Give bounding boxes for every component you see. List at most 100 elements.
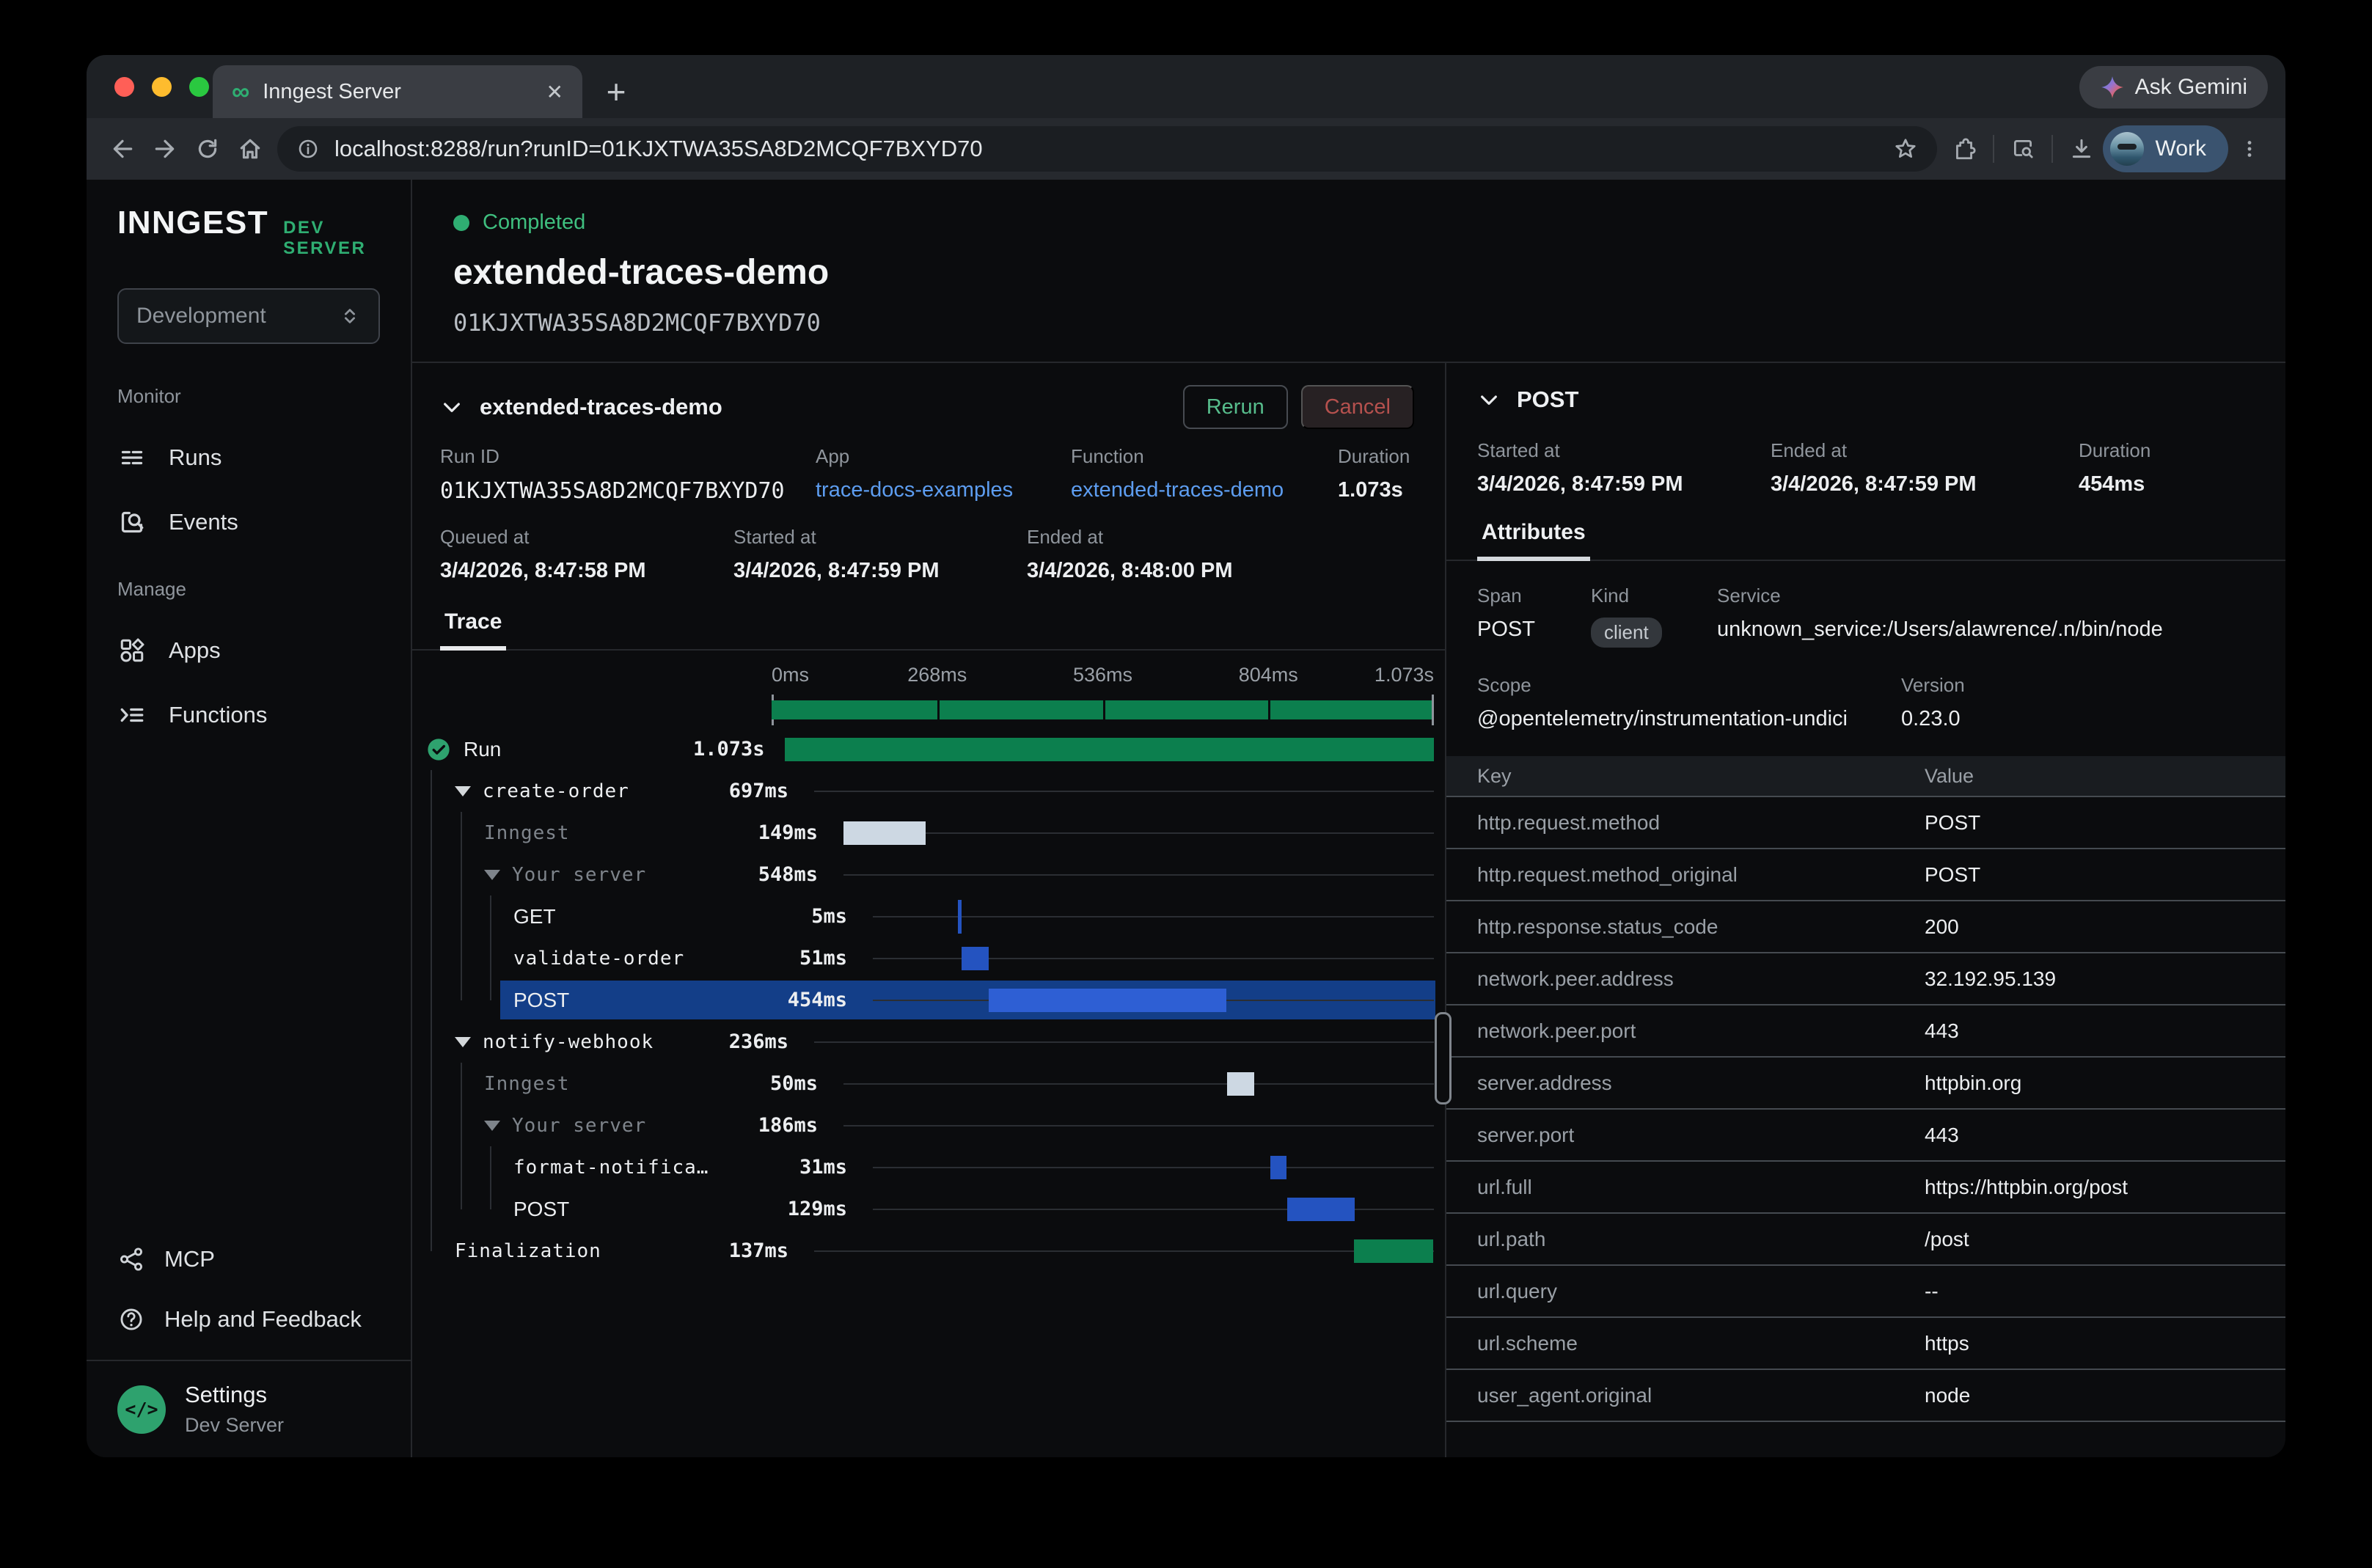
span-name: validate-order: [513, 948, 684, 970]
extensions-icon[interactable]: [1943, 128, 1985, 170]
axis-label: 804ms: [1239, 664, 1298, 686]
rerun-button[interactable]: Rerun: [1183, 385, 1288, 429]
environment-select[interactable]: Development: [117, 288, 380, 344]
expander-triangle-icon[interactable]: [455, 786, 471, 796]
toolbar-divider: [2051, 135, 2053, 163]
sidebar-item-help[interactable]: Help and Feedback: [117, 1305, 380, 1333]
span-duration: 31ms: [781, 1156, 847, 1179]
span-name-cell: Inngest: [412, 1073, 752, 1095]
track-line: [814, 1041, 1434, 1043]
trace-row[interactable]: POST129ms: [412, 1188, 1445, 1230]
attribute-value: POST: [1925, 863, 1980, 887]
meta-value: 3/4/2026, 8:47:59 PM: [733, 559, 1027, 583]
span-field: Span POST: [1477, 585, 1591, 642]
profile-chip[interactable]: Work: [2103, 125, 2228, 172]
meta-label: Queued at: [440, 526, 733, 549]
attribute-value: POST: [1925, 811, 1980, 835]
span-name-cell: Finalization: [412, 1240, 722, 1262]
trace-waterfall: 0ms268ms536ms804ms1.073s Run1.073screate…: [412, 651, 1445, 1457]
meta-value: 3/4/2026, 8:48:00 PM: [1027, 559, 1445, 583]
select-chevrons-icon: [339, 305, 361, 327]
expander-triangle-icon[interactable]: [455, 1037, 471, 1047]
expander-triangle-icon[interactable]: [484, 1121, 500, 1131]
forward-icon[interactable]: [144, 128, 186, 170]
span-name-cell: Run: [412, 736, 693, 763]
trace-row[interactable]: notify-webhook236ms: [412, 1021, 1445, 1063]
trace-row[interactable]: format-notifica…31ms: [412, 1146, 1445, 1188]
trace-row[interactable]: Your server548ms: [412, 854, 1445, 895]
attribute-key: http.request.method: [1446, 811, 1925, 835]
span-track: [843, 812, 1434, 854]
minimap-tick: [1103, 700, 1105, 719]
meta-value: 01KJXTWA35SA8D2MCQF7BXYD70: [440, 478, 816, 504]
trace-rows: Run1.073screate-order697msInngest149msYo…: [412, 728, 1445, 1272]
back-icon[interactable]: [101, 128, 144, 170]
run-id: 01KJXTWA35SA8D2MCQF7BXYD70: [453, 309, 2244, 337]
tab-attributes[interactable]: Attributes: [1477, 520, 1590, 561]
browser-tab[interactable]: ∞ Inngest Server ✕: [213, 65, 582, 118]
trace-row[interactable]: GET5ms: [412, 895, 1445, 937]
trace-row[interactable]: POST454ms: [412, 979, 1445, 1021]
minimize-window-button[interactable]: [152, 77, 172, 97]
sidebar-item-events[interactable]: Events: [117, 508, 380, 537]
span-duration: 186ms: [752, 1114, 818, 1137]
profile-label: Work: [2156, 136, 2206, 161]
collapse-chevron-icon[interactable]: [440, 395, 464, 419]
sidebar-item-functions[interactable]: Functions: [117, 700, 380, 730]
trace-row[interactable]: Inngest50ms: [412, 1063, 1445, 1104]
span-bar: [962, 947, 988, 970]
inngest-logo-icon: ∞: [232, 79, 249, 104]
ask-gemini-button[interactable]: Ask Gemini: [2079, 66, 2268, 109]
search-tabs-icon[interactable]: [2002, 128, 2044, 170]
download-icon[interactable]: [2060, 128, 2103, 170]
home-icon[interactable]: [229, 128, 271, 170]
cancel-button[interactable]: Cancel: [1301, 385, 1414, 429]
track-line: [843, 1125, 1434, 1126]
collapse-chevron-icon[interactable]: [1477, 388, 1501, 411]
tab-close-icon[interactable]: ✕: [546, 80, 563, 104]
inngest-app: INNGEST DEV SERVER Development Monitor R…: [87, 180, 2285, 1457]
trace-row[interactable]: validate-order51ms: [412, 937, 1445, 979]
minimap-tick: [937, 700, 940, 719]
meta-value: 3/4/2026, 8:47:59 PM: [1477, 472, 1771, 497]
meta-label: Duration: [2079, 439, 2285, 462]
new-tab-button[interactable]: +: [594, 70, 638, 114]
settings-label: Settings: [185, 1382, 284, 1408]
site-info-icon[interactable]: [296, 137, 320, 161]
timeline-minimap[interactable]: [772, 695, 1434, 725]
trace-row[interactable]: create-order697ms: [412, 770, 1445, 812]
version-field: Version 0.23.0: [1901, 674, 2271, 731]
bookmark-star-icon[interactable]: [1884, 128, 1927, 170]
span-name-cell: Inngest: [412, 822, 752, 844]
sidebar-item-settings[interactable]: </> Settings Dev Server: [87, 1360, 411, 1457]
browser-menu-icon[interactable]: [2228, 128, 2271, 170]
span-bar: [1227, 1072, 1255, 1096]
meta-label: Ended at: [1027, 526, 1445, 549]
attribute-key: network.peer.port: [1446, 1019, 1925, 1043]
url-bar[interactable]: localhost:8288/run?runID=01KJXTWA35SA8D2…: [277, 126, 1937, 172]
span-duration: 236ms: [722, 1030, 788, 1053]
sidebar-item-mcp[interactable]: MCP: [117, 1245, 380, 1273]
tab-trace[interactable]: Trace: [440, 609, 506, 651]
sidebar-item-runs[interactable]: Runs: [117, 443, 380, 472]
trace-row[interactable]: Finalization137ms: [412, 1230, 1445, 1272]
attribute-key: url.scheme: [1446, 1332, 1925, 1355]
trace-row[interactable]: Your server186ms: [412, 1104, 1445, 1146]
span-name: Finalization: [455, 1240, 601, 1262]
attribute-row: url.fullhttps://httpbin.org/post: [1446, 1162, 2285, 1214]
dev-server-badge: DEV SERVER: [283, 218, 380, 259]
scrollbar-thumb[interactable]: [1435, 1012, 1452, 1104]
close-window-button[interactable]: [114, 77, 134, 97]
meta-value[interactable]: extended-traces-demo: [1071, 478, 1338, 502]
meta-value[interactable]: trace-docs-examples: [816, 478, 1071, 502]
tab-title: Inngest Server: [263, 80, 401, 104]
maximize-window-button[interactable]: [189, 77, 209, 97]
attribute-key: url.full: [1446, 1176, 1925, 1199]
run-meta-row-1: Run ID01KJXTWA35SA8D2MCQF7BXYD70Apptrace…: [412, 439, 1445, 504]
trace-row[interactable]: Run1.073s: [412, 728, 1445, 770]
reload-icon[interactable]: [186, 128, 229, 170]
expander-triangle-icon[interactable]: [484, 870, 500, 880]
trace-row[interactable]: Inngest149ms: [412, 812, 1445, 854]
sidebar-item-apps[interactable]: Apps: [117, 636, 380, 665]
span-track: [873, 937, 1434, 979]
